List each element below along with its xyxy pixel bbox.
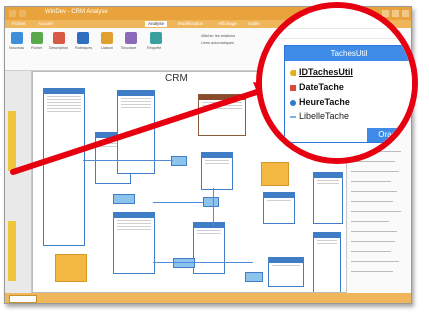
- status-bar: [5, 293, 411, 303]
- table-entity[interactable]: [263, 192, 295, 224]
- table-entity[interactable]: [313, 232, 341, 292]
- new-button[interactable]: [11, 32, 23, 44]
- relation-node[interactable]: [173, 258, 195, 268]
- relation-node[interactable]: [203, 197, 219, 207]
- field-row[interactable]: IDTachesUtil: [290, 67, 353, 77]
- left-sidebar: [5, 71, 32, 293]
- relation-node[interactable]: [113, 194, 135, 204]
- table-entity[interactable]: [201, 152, 233, 190]
- tab-affichage[interactable]: Affichage: [215, 21, 240, 27]
- field-row[interactable]: LibelleTache: [290, 111, 349, 121]
- table-entity[interactable]: [198, 94, 246, 136]
- query-button[interactable]: [150, 32, 162, 44]
- file-button[interactable]: [31, 32, 43, 44]
- clock-icon: [290, 99, 296, 106]
- window-title: WinDev - CRM Analyse: [45, 9, 108, 15]
- ribbon-label-description: Description: [49, 46, 68, 50]
- ribbon-label-liaison: Liaison: [101, 46, 114, 50]
- ribbon-label-requete: Requête: [147, 46, 162, 50]
- table-entity[interactable]: [193, 222, 225, 274]
- key-icon: [290, 69, 296, 76]
- relation-link: [213, 188, 214, 226]
- zoom-circle: TachesUtil IDTachesUtil DateTache HeureT…: [256, 2, 418, 164]
- table-entity[interactable]: [268, 257, 304, 287]
- calendar-icon: [290, 84, 296, 91]
- ribbon-label-rubriques: Rubriques: [75, 46, 93, 50]
- link-button[interactable]: [101, 32, 113, 44]
- table-entity[interactable]: [313, 172, 343, 224]
- field-label: IDTachesUtil: [299, 67, 353, 77]
- table-title: TachesUtil: [285, 46, 412, 61]
- structure-button[interactable]: [125, 32, 137, 44]
- field-label: HeureTache: [299, 97, 350, 107]
- text-icon: [290, 115, 296, 118]
- field-row[interactable]: DateTache: [290, 82, 344, 92]
- relation-link: [153, 262, 253, 263]
- quick-access-undo-icon[interactable]: [19, 10, 26, 17]
- table-entity[interactable]: [43, 88, 85, 246]
- relation-node[interactable]: [171, 156, 187, 166]
- relation-node[interactable]: [245, 272, 263, 282]
- relation-link: [83, 160, 173, 161]
- option-show-relations[interactable]: Afficher les relations: [201, 34, 235, 38]
- canvas-title: CRM: [165, 73, 188, 84]
- tab-modelisation[interactable]: Modélisation: [175, 21, 206, 27]
- quick-access-save-icon[interactable]: [9, 10, 16, 17]
- tab-analyse[interactable]: Analyse: [145, 21, 168, 27]
- description-button[interactable]: [53, 32, 65, 44]
- zoom-field[interactable]: [9, 295, 37, 303]
- connection-label: Oracle: [367, 128, 412, 142]
- field-row[interactable]: HeureTache: [290, 97, 350, 107]
- field-label: DateTache: [299, 82, 344, 92]
- tools-folder-icon[interactable]: [55, 254, 87, 282]
- fields-button[interactable]: [77, 32, 89, 44]
- field-label: LibelleTache: [299, 111, 350, 121]
- sidebar-tab-files[interactable]: [8, 221, 16, 281]
- sidebar-tab-explorer[interactable]: [8, 111, 16, 171]
- ribbon-label-fichier: Fichier: [31, 46, 43, 50]
- folder-icon[interactable]: [261, 162, 289, 186]
- table-entity[interactable]: [113, 212, 155, 274]
- table-entity[interactable]: [117, 90, 155, 174]
- ribbon-label-structure: Structure: [121, 46, 137, 50]
- table-card[interactable]: TachesUtil IDTachesUtil DateTache HeureT…: [284, 45, 412, 143]
- tab-fichier[interactable]: Fichier: [9, 21, 29, 27]
- ribbon-label-nouveau: Nouveau: [9, 46, 25, 50]
- tab-accueil[interactable]: Accueil: [35, 21, 56, 27]
- option-auto-links[interactable]: Liens automatiques: [201, 41, 234, 45]
- relation-link: [153, 202, 203, 203]
- tab-outils[interactable]: Outils: [245, 21, 263, 27]
